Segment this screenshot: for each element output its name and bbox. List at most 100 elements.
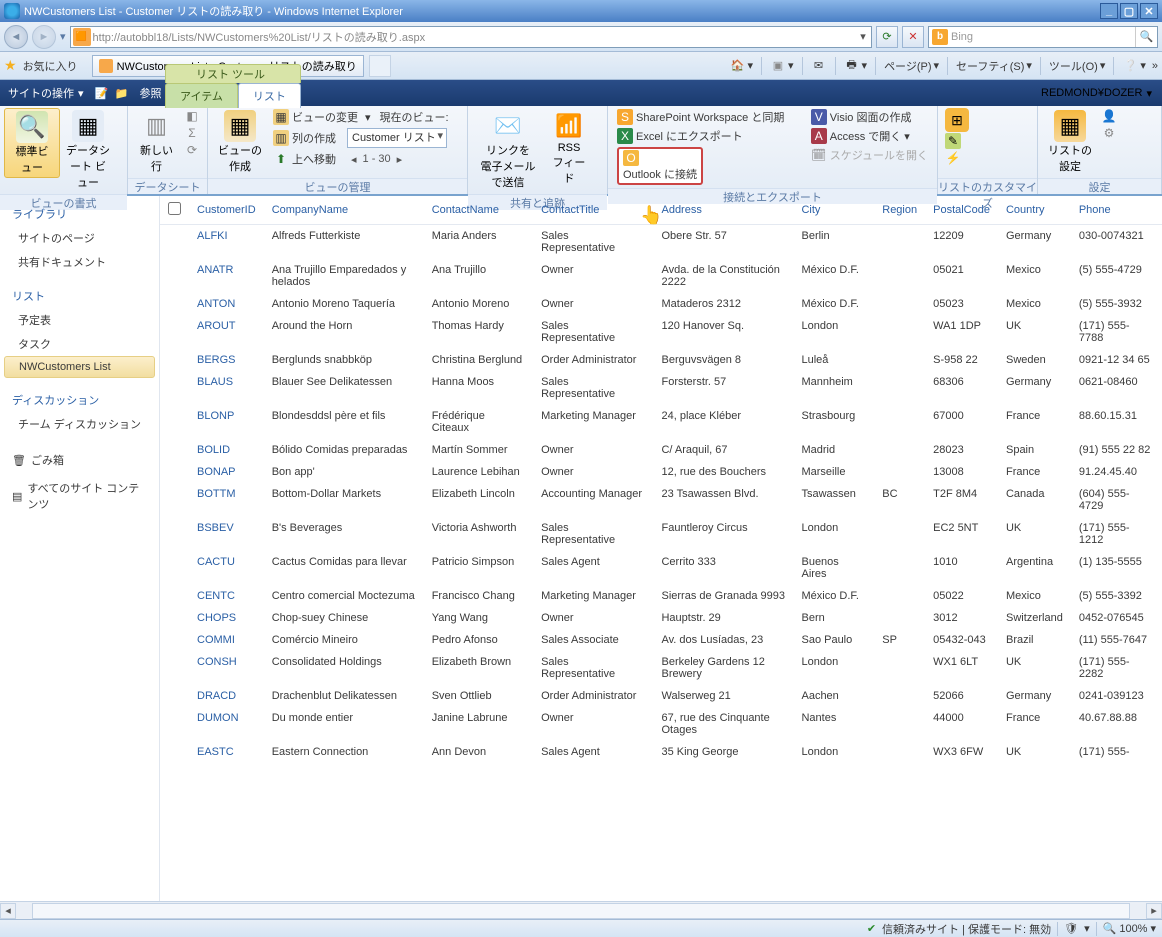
- cell-customerid[interactable]: BONAP: [189, 461, 264, 483]
- stop-button[interactable]: ✕: [902, 26, 924, 48]
- table-row[interactable]: BSBEVB's BeveragesVictoria AshworthSales…: [160, 517, 1162, 551]
- table-row[interactable]: ANATRAna Trujillo Emparedados y heladosA…: [160, 259, 1162, 293]
- cell-customerid[interactable]: ALFKI: [189, 225, 264, 260]
- datasheet-view-button[interactable]: ▦ データシート ビュー: [60, 108, 116, 192]
- cell-customerid[interactable]: BLAUS: [189, 371, 264, 405]
- col-address[interactable]: Address: [653, 196, 793, 225]
- chevron-icon[interactable]: »: [1152, 60, 1158, 72]
- user-dropdown-icon[interactable]: ▾: [1146, 87, 1152, 100]
- cell-customerid[interactable]: CONSH: [189, 651, 264, 685]
- table-row[interactable]: BOLIDBólido Comidas preparadasMartín Som…: [160, 439, 1162, 461]
- list-permissions-icon[interactable]: 👤: [1101, 108, 1117, 124]
- navigate-up-button[interactable]: 上へ移動: [292, 151, 336, 167]
- modify-view-button[interactable]: ビューの変更: [292, 109, 358, 125]
- col-country[interactable]: Country: [998, 196, 1071, 225]
- new-quick-step-icon[interactable]: ⚡: [945, 150, 961, 166]
- cell-customerid[interactable]: CHOPS: [189, 607, 264, 629]
- forward-button[interactable]: ►: [32, 25, 56, 49]
- view-selector[interactable]: Customer リスト: [347, 128, 447, 148]
- table-row[interactable]: BLAUSBlauer See DelikatessenHanna MoosSa…: [160, 371, 1162, 405]
- home-button[interactable]: 🏠▾: [725, 55, 757, 77]
- table-row[interactable]: BOTTMBottom-Dollar MarketsElizabeth Linc…: [160, 483, 1162, 517]
- tab-list[interactable]: リスト: [238, 83, 301, 108]
- connect-outlook-button[interactable]: O Outlook に接続: [617, 147, 703, 185]
- print-button[interactable]: 🖶▾: [840, 55, 872, 77]
- search-button[interactable]: 🔍: [1135, 27, 1157, 47]
- col-phone[interactable]: Phone: [1071, 196, 1162, 225]
- table-row[interactable]: EASTCEastern ConnectionAnn DevonSales Ag…: [160, 741, 1162, 763]
- site-actions-menu[interactable]: サイトの操作 ▾: [0, 80, 92, 106]
- create-column-button[interactable]: 列の作成: [292, 130, 336, 146]
- cell-customerid[interactable]: BLONP: [189, 405, 264, 439]
- tools-menu[interactable]: ツール(O) ▾: [1045, 55, 1109, 77]
- cell-customerid[interactable]: BOTTM: [189, 483, 264, 517]
- standard-view-button[interactable]: 🔍 標準ビュー: [4, 108, 60, 178]
- table-row[interactable]: COMMIComércio MineiroPedro AfonsoSales A…: [160, 629, 1162, 651]
- col-city[interactable]: City: [793, 196, 874, 225]
- ql-team-discussion[interactable]: チーム ディスカッション: [0, 412, 159, 436]
- show-task-pane-icon[interactable]: ◧: [184, 108, 200, 124]
- col-contactname[interactable]: ContactName: [424, 196, 533, 225]
- protected-mode-icon[interactable]: 🛡: [1064, 922, 1078, 935]
- access-button[interactable]: Access で開く: [830, 128, 902, 144]
- table-row[interactable]: CACTUCactus Comidas para llevarPatricio …: [160, 551, 1162, 585]
- col-contacttitle[interactable]: ContactTitle: [533, 196, 653, 225]
- address-bar[interactable]: 🟧 http://autobbl18/Lists/NWCustomers%20L…: [70, 26, 872, 48]
- table-row[interactable]: CENTCCentro comercial MoctezumaFrancisco…: [160, 585, 1162, 607]
- workflow-settings-icon[interactable]: ⚙: [1101, 125, 1117, 141]
- tab-item[interactable]: アイテム: [165, 83, 238, 108]
- ql-lists-header[interactable]: リスト: [0, 284, 159, 308]
- security-zone-label[interactable]: 信頼済みサイト | 保護モード: 無効: [882, 921, 1051, 937]
- cell-customerid[interactable]: BSBEV: [189, 517, 264, 551]
- ql-all-content[interactable]: ▤すべてのサイト コンテンツ: [0, 474, 159, 518]
- cell-customerid[interactable]: AROUT: [189, 315, 264, 349]
- back-button[interactable]: ◄: [4, 25, 28, 49]
- safety-menu[interactable]: セーフティ(S) ▾: [952, 55, 1036, 77]
- col-postalcode[interactable]: PostalCode: [925, 196, 998, 225]
- rss-button[interactable]: 📶 RSS フィード: [544, 108, 594, 188]
- page-next-icon[interactable]: ▸: [397, 153, 403, 166]
- table-row[interactable]: DRACDDrachenblut DelikatessenSven Ottlie…: [160, 685, 1162, 707]
- horizontal-scrollbar[interactable]: ◂ ▸: [0, 901, 1162, 919]
- favorites-label[interactable]: お気に入り: [23, 58, 78, 74]
- ql-tasks[interactable]: タスク: [0, 332, 159, 356]
- new-row-button[interactable]: ▥ 新しい行: [132, 108, 181, 176]
- email-link-button[interactable]: ✉️ リンクを 電子メールで送信: [472, 108, 544, 192]
- minimize-button[interactable]: _: [1100, 3, 1118, 19]
- scroll-right-icon[interactable]: ▸: [1146, 903, 1162, 919]
- maximize-button[interactable]: ▢: [1120, 3, 1138, 19]
- feeds-button[interactable]: ▣▾: [766, 55, 798, 77]
- page-prev-icon[interactable]: ◂: [351, 153, 357, 166]
- ql-library-header[interactable]: ライブラリ: [0, 202, 159, 226]
- ql-calendar[interactable]: 予定表: [0, 308, 159, 332]
- nav-dropdown-icon[interactable]: ▾: [60, 30, 66, 43]
- list-settings-button[interactable]: ▦ リストの 設定: [1042, 108, 1098, 176]
- url-dropdown-icon[interactable]: ▾: [855, 30, 871, 43]
- table-row[interactable]: CONSHConsolidated HoldingsElizabeth Brow…: [160, 651, 1162, 685]
- cell-customerid[interactable]: CENTC: [189, 585, 264, 607]
- col-customerid[interactable]: CustomerID: [189, 196, 264, 225]
- table-row[interactable]: ANTONAntonio Moreno TaqueríaAntonio More…: [160, 293, 1162, 315]
- edit-list-icon[interactable]: ✎: [945, 133, 961, 149]
- refresh-button[interactable]: ⟳: [876, 26, 898, 48]
- table-row[interactable]: BLONPBlondesddsl père et filsFrédérique …: [160, 405, 1162, 439]
- table-row[interactable]: AROUTAround the HornThomas HardySales Re…: [160, 315, 1162, 349]
- cell-customerid[interactable]: EASTC: [189, 741, 264, 763]
- ql-site-pages[interactable]: サイトのページ: [0, 226, 159, 250]
- cell-customerid[interactable]: ANTON: [189, 293, 264, 315]
- form-web-parts-icon[interactable]: ⊞: [945, 108, 969, 132]
- visio-button[interactable]: Visio 図面の作成: [830, 109, 912, 125]
- export-excel-button[interactable]: Excel にエクスポート: [636, 128, 743, 144]
- cell-customerid[interactable]: BERGS: [189, 349, 264, 371]
- table-row[interactable]: BONAPBon app'Laurence LebihanOwner12, ru…: [160, 461, 1162, 483]
- zoom-control[interactable]: 🔍 100% ▾: [1103, 922, 1156, 935]
- sync-workspace-button[interactable]: SharePoint Workspace と同期: [636, 109, 784, 125]
- search-box[interactable]: b Bing 🔍: [928, 26, 1158, 48]
- scroll-left-icon[interactable]: ◂: [0, 903, 16, 919]
- refresh-data-icon[interactable]: ⟳: [184, 142, 200, 158]
- create-view-button[interactable]: ▦ ビューの作成: [212, 108, 268, 176]
- page-menu[interactable]: ページ(P) ▾: [880, 55, 943, 77]
- cell-customerid[interactable]: DUMON: [189, 707, 264, 741]
- cell-customerid[interactable]: COMMI: [189, 629, 264, 651]
- table-row[interactable]: CHOPSChop-suey ChineseYang WangOwnerHaup…: [160, 607, 1162, 629]
